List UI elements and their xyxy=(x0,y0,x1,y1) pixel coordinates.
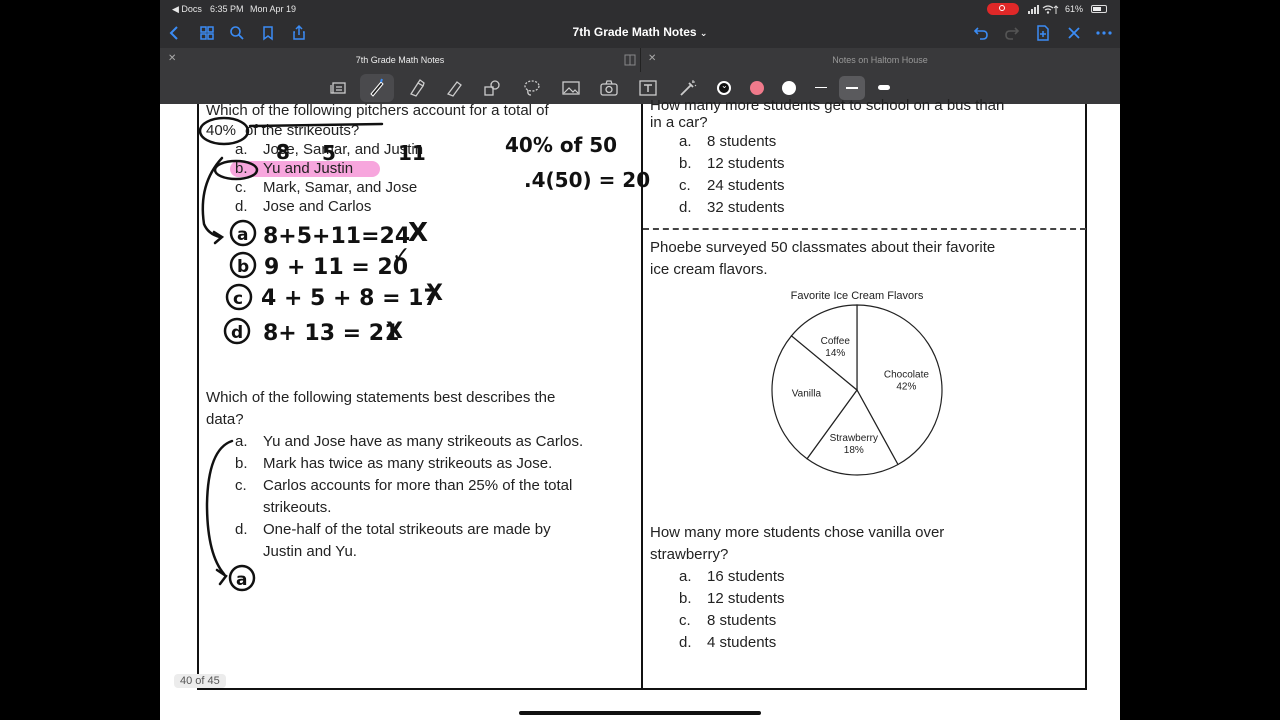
split-view-icon[interactable] xyxy=(624,54,636,66)
color-pink-swatch[interactable] xyxy=(750,81,764,95)
ipad-screen: ◀ Docs 6:35 PM Mon Apr 19 61% 7th Grade … xyxy=(160,0,1120,720)
redo-icon[interactable] xyxy=(1003,24,1021,42)
hw-col-num-2: 5 xyxy=(322,141,336,165)
hw-work-d-mark: X xyxy=(386,319,403,344)
chevron-down-icon: ⌄ xyxy=(721,81,728,90)
hw-work-a-mark: X xyxy=(408,218,428,248)
screen-recording-indicator[interactable] xyxy=(987,3,1019,15)
document-title-text: 7th Grade Math Notes xyxy=(572,25,697,39)
tab-notes-on-haltom-house[interactable]: Notes on Haltom House xyxy=(640,55,1120,65)
page-counter: 40 of 45 xyxy=(174,674,226,688)
search-icon[interactable] xyxy=(228,24,246,42)
bookmark-icon[interactable] xyxy=(259,24,277,42)
battery-icon xyxy=(1091,5,1107,13)
add-page-icon[interactable] xyxy=(1034,24,1052,42)
document-tabs: ✕ 7th Grade Math Notes ✕ Notes on Haltom… xyxy=(160,48,1120,72)
hw-work-b-mark: ✓ xyxy=(392,243,410,268)
document-title[interactable]: 7th Grade Math Notes ⌄ xyxy=(540,25,740,39)
lasso-tool-icon[interactable] xyxy=(522,78,542,98)
navigation-bar: 7th Grade Math Notes ⌄ xyxy=(160,18,1120,48)
pen-tool-icon[interactable] xyxy=(367,78,387,98)
hw-col-num-3: 11 xyxy=(398,141,426,165)
close-edit-icon[interactable] xyxy=(1065,24,1083,42)
status-bar: ◀ Docs 6:35 PM Mon Apr 19 61% xyxy=(160,0,1120,18)
battery-percent: 61% xyxy=(1065,4,1084,14)
hw-work-b: 9 + 11 = 20 xyxy=(264,255,408,280)
handwritten-annotations: 8 5 11 40% of 50 .4(50) = 20 a 8+5+11=24… xyxy=(198,116,650,592)
hw-col-num-1: 8 xyxy=(276,140,290,164)
shapes-tool-icon[interactable] xyxy=(482,78,502,98)
hw-work-c-mark: X xyxy=(426,281,443,306)
stroke-thin-option[interactable] xyxy=(815,87,827,88)
hw-calc-2: .4(50) = 20 xyxy=(524,168,650,192)
signal-wifi-icon xyxy=(1028,5,1059,14)
hw-calc-1: 40% of 50 xyxy=(505,133,617,157)
image-tool-icon[interactable] xyxy=(561,78,581,98)
back-to-app-link[interactable]: ◀ Docs xyxy=(172,4,202,15)
read-only-mode-icon[interactable] xyxy=(329,78,349,98)
share-icon[interactable] xyxy=(290,24,308,42)
camera-tool-icon[interactable] xyxy=(599,78,619,98)
hw-answer-2: a xyxy=(236,570,247,590)
status-time: 6:35 PM xyxy=(210,4,244,14)
more-icon[interactable] xyxy=(1095,24,1113,42)
stroke-thick-option[interactable] xyxy=(878,85,890,90)
highlighter-tool-icon[interactable] xyxy=(407,78,427,98)
hw-work-c: 4 + 5 + 8 = 17 xyxy=(261,286,439,311)
hw-work-c-letter: c xyxy=(233,289,243,309)
color-black-swatch[interactable]: ⌄ xyxy=(717,81,731,95)
eraser-tool-icon[interactable] xyxy=(445,78,465,98)
hw-work-b-letter: b xyxy=(237,257,249,277)
hw-work-d: 8+ 13 = 21 xyxy=(263,321,399,346)
status-date: Mon Apr 19 xyxy=(250,4,297,14)
hw-work-a: 8+5+11=24 xyxy=(263,224,410,249)
color-white-swatch[interactable] xyxy=(782,81,796,95)
document-page[interactable]: Which of the following pitchers account … xyxy=(160,97,1120,720)
chevron-down-icon: ⌄ xyxy=(699,28,708,38)
hw-work-a-letter: a xyxy=(237,225,248,245)
back-chevron-icon[interactable] xyxy=(166,24,184,42)
home-indicator[interactable] xyxy=(519,711,761,715)
grid-view-icon[interactable] xyxy=(198,24,216,42)
hw-work-d-letter: d xyxy=(231,323,243,343)
undo-icon[interactable] xyxy=(972,24,990,42)
tab-7th-grade-math-notes[interactable]: 7th Grade Math Notes xyxy=(160,55,640,65)
